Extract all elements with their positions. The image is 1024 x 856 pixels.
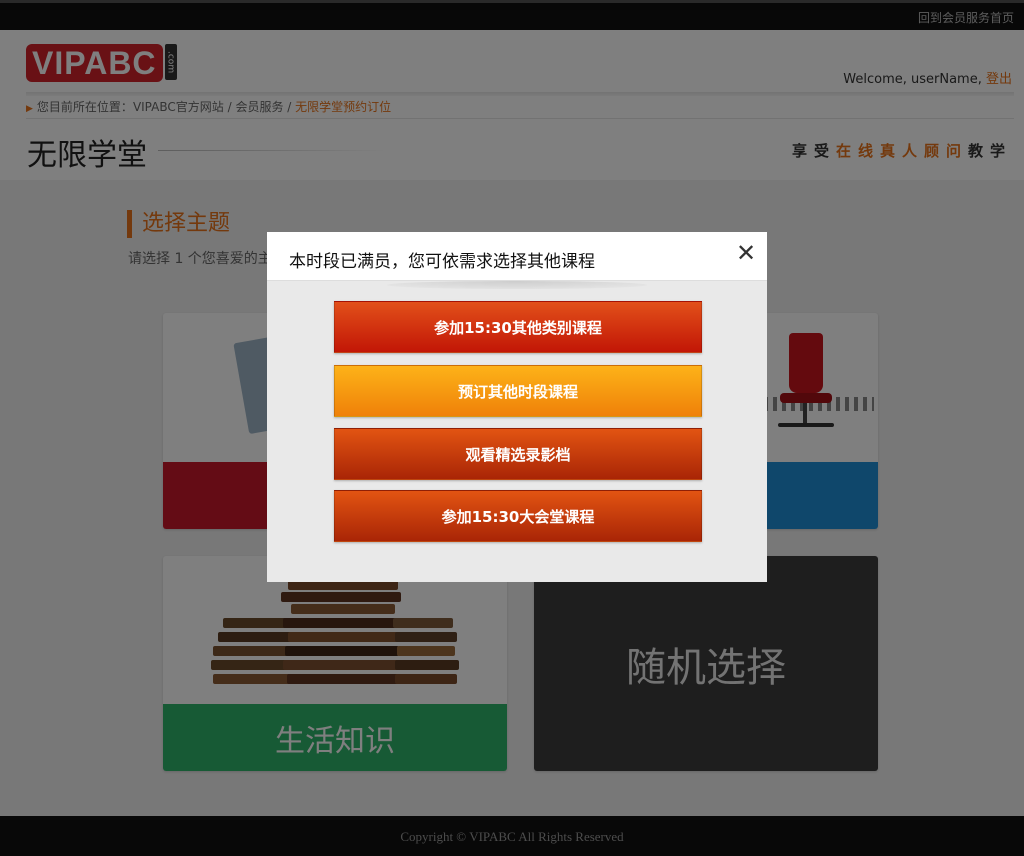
dialog-title: 本时段已满员，您可依需求选择其他课程 (289, 252, 595, 272)
dialog-header: 本时段已满员，您可依需求选择其他课程 ✕ (267, 232, 767, 281)
watch-recordings-button[interactable]: 观看精选录影档 (334, 428, 702, 480)
join-other-category-button[interactable]: 参加15:30其他类别课程 (334, 301, 702, 353)
header-shadow (387, 281, 647, 289)
join-lecture-hall-button[interactable]: 参加15:30大会堂课程 (334, 490, 702, 542)
close-icon[interactable]: ✕ (735, 241, 757, 265)
course-full-dialog: 本时段已满员，您可依需求选择其他课程 ✕ 参加15:30其他类别课程 预订其他时… (267, 232, 767, 582)
book-other-timeslot-button[interactable]: 预订其他时段课程 (334, 365, 702, 417)
